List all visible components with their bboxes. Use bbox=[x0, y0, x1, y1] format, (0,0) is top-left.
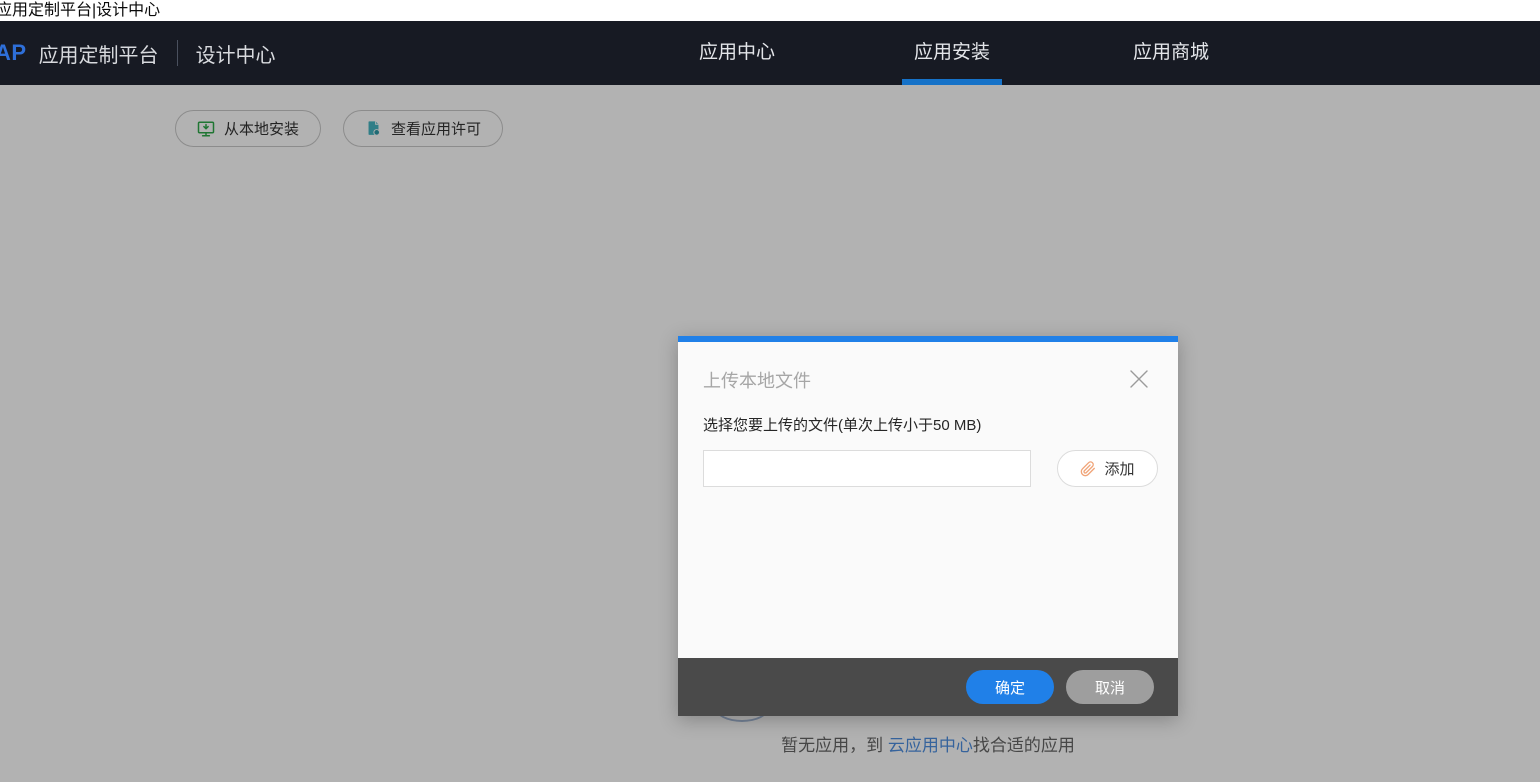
cancel-button[interactable]: 取消 bbox=[1066, 670, 1154, 704]
confirm-button[interactable]: 确定 bbox=[966, 670, 1054, 704]
platform-name: 应用定制平台 bbox=[38, 44, 159, 67]
file-select-hint: 选择您要上传的文件(单次上传小于50 MB) bbox=[703, 417, 982, 434]
tab-strip: 应用定制平台|设计中心 bbox=[0, 0, 1540, 21]
dialog-body: 上传本地文件 选择您要上传的文件(单次上传小于50 MB) 添加 bbox=[678, 342, 1178, 658]
platform-logo: AP bbox=[0, 40, 27, 65]
file-path-input[interactable] bbox=[703, 450, 1031, 487]
paperclip-icon bbox=[1080, 460, 1096, 477]
nav-tab-app-install[interactable]: 应用安装 bbox=[902, 21, 1002, 85]
nav-tab-app-store[interactable]: 应用商城 bbox=[1121, 21, 1221, 85]
close-icon[interactable] bbox=[1126, 366, 1152, 392]
nav-tab-app-center[interactable]: 应用中心 bbox=[687, 21, 787, 85]
dialog-title: 上传本地文件 bbox=[703, 371, 811, 391]
workspace-name: 设计中心 bbox=[195, 44, 276, 67]
brand-area: AP 应用定制平台 设计中心 bbox=[0, 21, 276, 85]
top-navbar: AP 应用定制平台 设计中心 应用中心 应用安装 应用商城 bbox=[0, 21, 1540, 85]
add-file-label: 添加 bbox=[1104, 461, 1135, 478]
upload-local-file-dialog: 上传本地文件 选择您要上传的文件(单次上传小于50 MB) 添加 确定 取消 bbox=[678, 336, 1178, 716]
tab-title: 应用定制平台|设计中心 bbox=[0, 2, 161, 19]
dialog-footer: 确定 取消 bbox=[678, 658, 1178, 716]
brand-divider bbox=[176, 40, 178, 66]
add-file-button[interactable]: 添加 bbox=[1057, 450, 1158, 487]
